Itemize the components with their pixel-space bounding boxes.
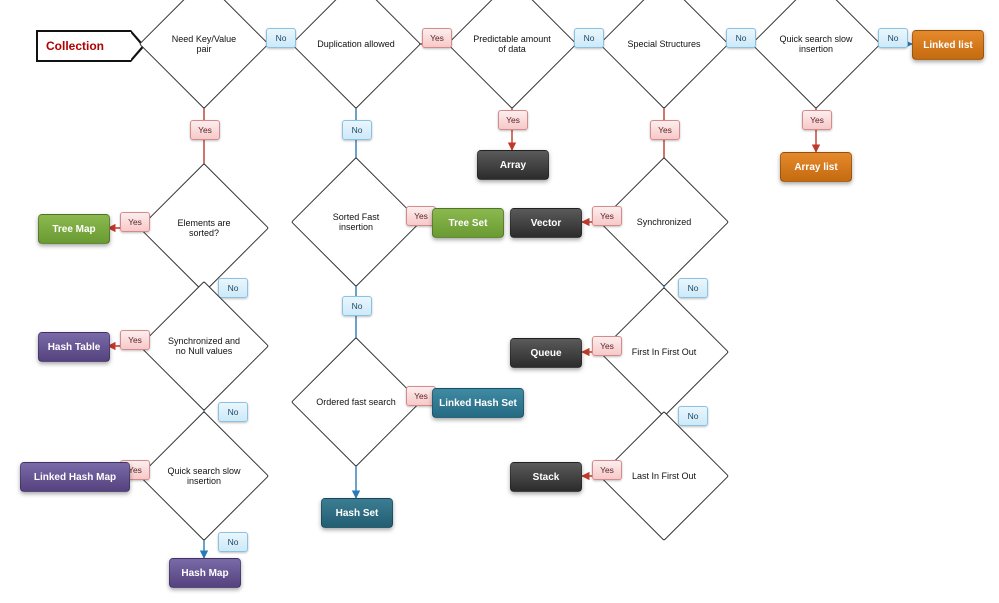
- decision-predictable: Predictable amount of data: [466, 0, 558, 90]
- decision-special: Special Structures: [618, 0, 710, 90]
- result-tree-set: Tree Set: [432, 208, 504, 238]
- yes-label: Yes: [802, 110, 832, 130]
- no-label: No: [218, 278, 248, 298]
- decision-sorted: Elements are sorted?: [158, 182, 250, 274]
- result-lhm: Linked Hash Map: [20, 462, 130, 492]
- result-tree-map: Tree Map: [38, 214, 110, 244]
- no-label: No: [678, 406, 708, 426]
- result-hashset: Hash Set: [321, 498, 393, 528]
- decision-qsearch-left: Quick search slow insertion: [158, 430, 250, 522]
- yes-label: Yes: [120, 212, 150, 232]
- result-linked-list: Linked list: [912, 30, 984, 60]
- result-array: Array: [477, 150, 549, 180]
- no-label: No: [342, 120, 372, 140]
- decision-lifo: Last In First Out: [618, 430, 710, 522]
- yes-label: Yes: [422, 28, 452, 48]
- result-vector: Vector: [510, 208, 582, 238]
- no-label: No: [574, 28, 604, 48]
- result-queue: Queue: [510, 338, 582, 368]
- decision-need-kv: Need Key/Value pair: [158, 0, 250, 90]
- no-label: No: [218, 402, 248, 422]
- decision-qsearch-right: Quick search slow insertion: [770, 0, 862, 90]
- decision-fifo: First In First Out: [618, 306, 710, 398]
- decision-sync-kv: Synchronized and no Null values: [158, 300, 250, 392]
- start-collection: Collection: [36, 30, 131, 62]
- yes-label: Yes: [120, 330, 150, 350]
- yes-label: Yes: [498, 110, 528, 130]
- start-label: Collection: [46, 39, 104, 53]
- decision-sync-dup: Synchronized: [618, 176, 710, 268]
- decision-ordered: Ordered fast search: [310, 356, 402, 448]
- no-label: No: [266, 28, 296, 48]
- result-lhs: Linked Hash Set: [432, 388, 524, 418]
- yes-label: Yes: [592, 206, 622, 226]
- decision-duplication: Duplication allowed: [310, 0, 402, 90]
- yes-label: Yes: [592, 460, 622, 480]
- no-label: No: [878, 28, 908, 48]
- result-array-list: Array list: [780, 152, 852, 182]
- yes-label: Yes: [650, 120, 680, 140]
- no-label: No: [342, 296, 372, 316]
- yes-label: Yes: [592, 336, 622, 356]
- no-label: No: [218, 532, 248, 552]
- decision-sfi: Sorted Fast insertion: [310, 176, 402, 268]
- result-hash-table: Hash Table: [38, 332, 110, 362]
- no-label: No: [678, 278, 708, 298]
- result-hashmap: Hash Map: [169, 558, 241, 588]
- yes-label: Yes: [190, 120, 220, 140]
- no-label: No: [726, 28, 756, 48]
- result-stack: Stack: [510, 462, 582, 492]
